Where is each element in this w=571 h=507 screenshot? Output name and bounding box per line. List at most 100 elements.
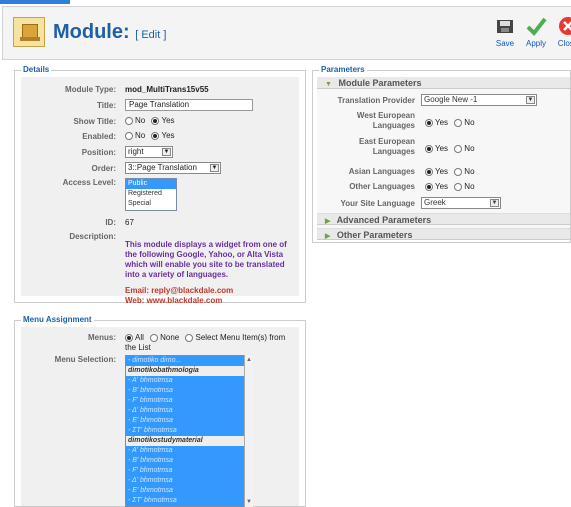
east-yes-radio[interactable] [425,144,433,153]
advanced-parameters-toggle[interactable]: ▶ Advanced Parameters [317,213,570,225]
asian-yes-radio[interactable] [425,167,433,176]
access-option-special[interactable]: Special [126,199,176,209]
module-parameters-toggle[interactable]: ▼ Module Parameters [317,77,570,89]
menu-option[interactable]: - F' bhmotmsa [126,466,252,476]
east-european-label: East European Languages [358,137,415,156]
apply-label: Apply [525,39,546,48]
other-no-radio[interactable] [454,182,463,191]
chevron-down-icon: ▼ [162,148,171,156]
menu-option[interactable]: - ΣT' bhmotmsa [126,426,252,436]
site-language-select[interactable]: Greek ▼ [421,197,501,209]
close-button[interactable]: Close [548,15,571,48]
other-yes-label: Yes [435,182,449,191]
title-label: Title: [97,101,116,110]
id-value: 67 [125,218,134,227]
access-option-public[interactable]: Public [126,179,176,189]
menu-option[interactable]: - E' bhmotmsa [126,416,252,426]
title-input[interactable]: Page Translation [125,99,253,111]
translation-provider-value: Google New -1 [424,95,478,104]
menu-option[interactable]: - Δ' bhmotmsa [126,406,252,416]
translation-provider-label: Translation Provider [337,96,415,105]
menu-option[interactable]: - B' bhmotmsa [126,456,252,466]
menu-selection-listbox[interactable]: - dimotiko dimo... dimotikobathmologia -… [125,355,253,507]
east-yes-label: Yes [435,144,449,153]
menus-select-label: Select Menu Item(s) from the List [125,333,286,352]
east-no-radio[interactable] [454,144,463,153]
menu-group: dimotikostudymaterial [126,436,252,446]
access-level-listbox[interactable]: Public Registered Special [125,178,177,211]
menus-none-radio[interactable] [150,333,159,342]
menus-all-label: All [135,333,144,342]
menu-assignment-legend: Menu Assignment [21,315,94,324]
description-web: Web: www.blackdale.com [125,296,223,305]
menu-group: dimotikobathmologia [126,366,252,376]
menus-none-label: None [160,333,180,342]
description-email: Email: reply@blackdale.com [125,286,234,295]
asian-languages-label: Asian Languages [348,167,415,176]
order-select[interactable]: 3::Page Translation ▼ [125,162,221,174]
description-label: Description: [69,232,116,241]
scroll-down-icon[interactable]: ▼ [246,499,252,505]
menus-select-radio[interactable] [185,333,194,342]
menu-option[interactable]: - B' bhmotmsa [126,386,252,396]
save-label: Save [495,39,515,48]
position-select[interactable]: right ▼ [125,146,173,158]
details-panel: Details Module Type: mod_MultiTrans15v55… [14,65,306,305]
asian-yes-label: Yes [435,167,449,176]
other-yes-radio[interactable] [425,182,433,191]
menu-option[interactable]: - A' bhmotmsa [126,446,252,456]
enabled-no-label: No [135,131,146,140]
translation-provider-select[interactable]: Google New -1 ▼ [421,94,537,106]
show-title-no-radio[interactable] [125,116,133,125]
chevron-down-icon: ▼ [210,164,219,172]
menus-label: Menus: [88,333,116,342]
show-title-no-label: No [135,116,146,125]
asian-no-radio[interactable] [454,167,463,176]
other-parameters-toggle[interactable]: ▶ Other Parameters [317,228,570,240]
triangle-right-icon: ▶ [325,218,331,225]
parameters-panel: Parameters ▼ Module Parameters Translati… [312,65,571,243]
west-yes-radio[interactable] [425,118,433,127]
other-languages-label: Other Languages [349,182,415,191]
id-label: ID: [105,218,116,227]
apply-icon [526,17,547,37]
menu-selection-label: Menu Selection: [54,355,116,364]
menu-option[interactable]: - F' bhmotmsa [126,396,252,406]
position-label: Position: [81,148,116,157]
enabled-yes-label: Yes [161,131,175,140]
menu-option[interactable]: - dimotiko dimo... [126,356,252,366]
menu-option[interactable]: - ΣT' bhmotmsa [126,496,252,506]
triangle-down-icon: ▼ [325,81,332,88]
page-title-text: Module: [53,21,130,43]
triangle-right-icon: ▶ [325,233,331,240]
menu-option[interactable]: - A' bhmotmsa [126,376,252,386]
other-no-label: No [464,182,475,191]
menu-option[interactable]: - Δ' bhmotmsa [126,476,252,486]
access-level-label: Access Level: [62,178,116,187]
west-european-label: West European Languages [356,111,415,130]
edit-label: [ Edit ] [135,29,167,41]
module-type-value: mod_MultiTrans15v55 [125,85,209,94]
toolbar: Module: [ Edit ] Save Apply Close [2,6,571,60]
save-icon [497,20,513,33]
page-title: Module: [ Edit ] [53,21,166,44]
details-inner: Module Type: mod_MultiTrans15v55 Title: … [21,77,299,305]
show-title-yes-radio[interactable] [151,116,160,125]
close-label: Close [557,39,571,48]
scroll-up-icon[interactable]: ▲ [246,357,252,363]
parameters-inner: ▼ Module Parameters Translation Provider… [317,77,570,240]
west-no-label: No [464,118,475,127]
show-title-label: Show Title: [73,117,116,126]
enabled-no-radio[interactable] [125,131,133,140]
close-icon [559,17,571,35]
menus-all-radio[interactable] [125,333,133,342]
west-no-radio[interactable] [454,118,463,127]
details-legend: Details [21,65,52,74]
menu-option[interactable]: - E' bhmotmsa [126,486,252,496]
west-yes-label: Yes [435,118,449,127]
enabled-label: Enabled: [82,132,116,141]
menu-selection-scrollbar[interactable]: ▲ ▼ [244,355,253,507]
asian-no-label: No [464,167,475,176]
access-option-registered[interactable]: Registered [126,189,176,199]
enabled-yes-radio[interactable] [151,131,160,140]
